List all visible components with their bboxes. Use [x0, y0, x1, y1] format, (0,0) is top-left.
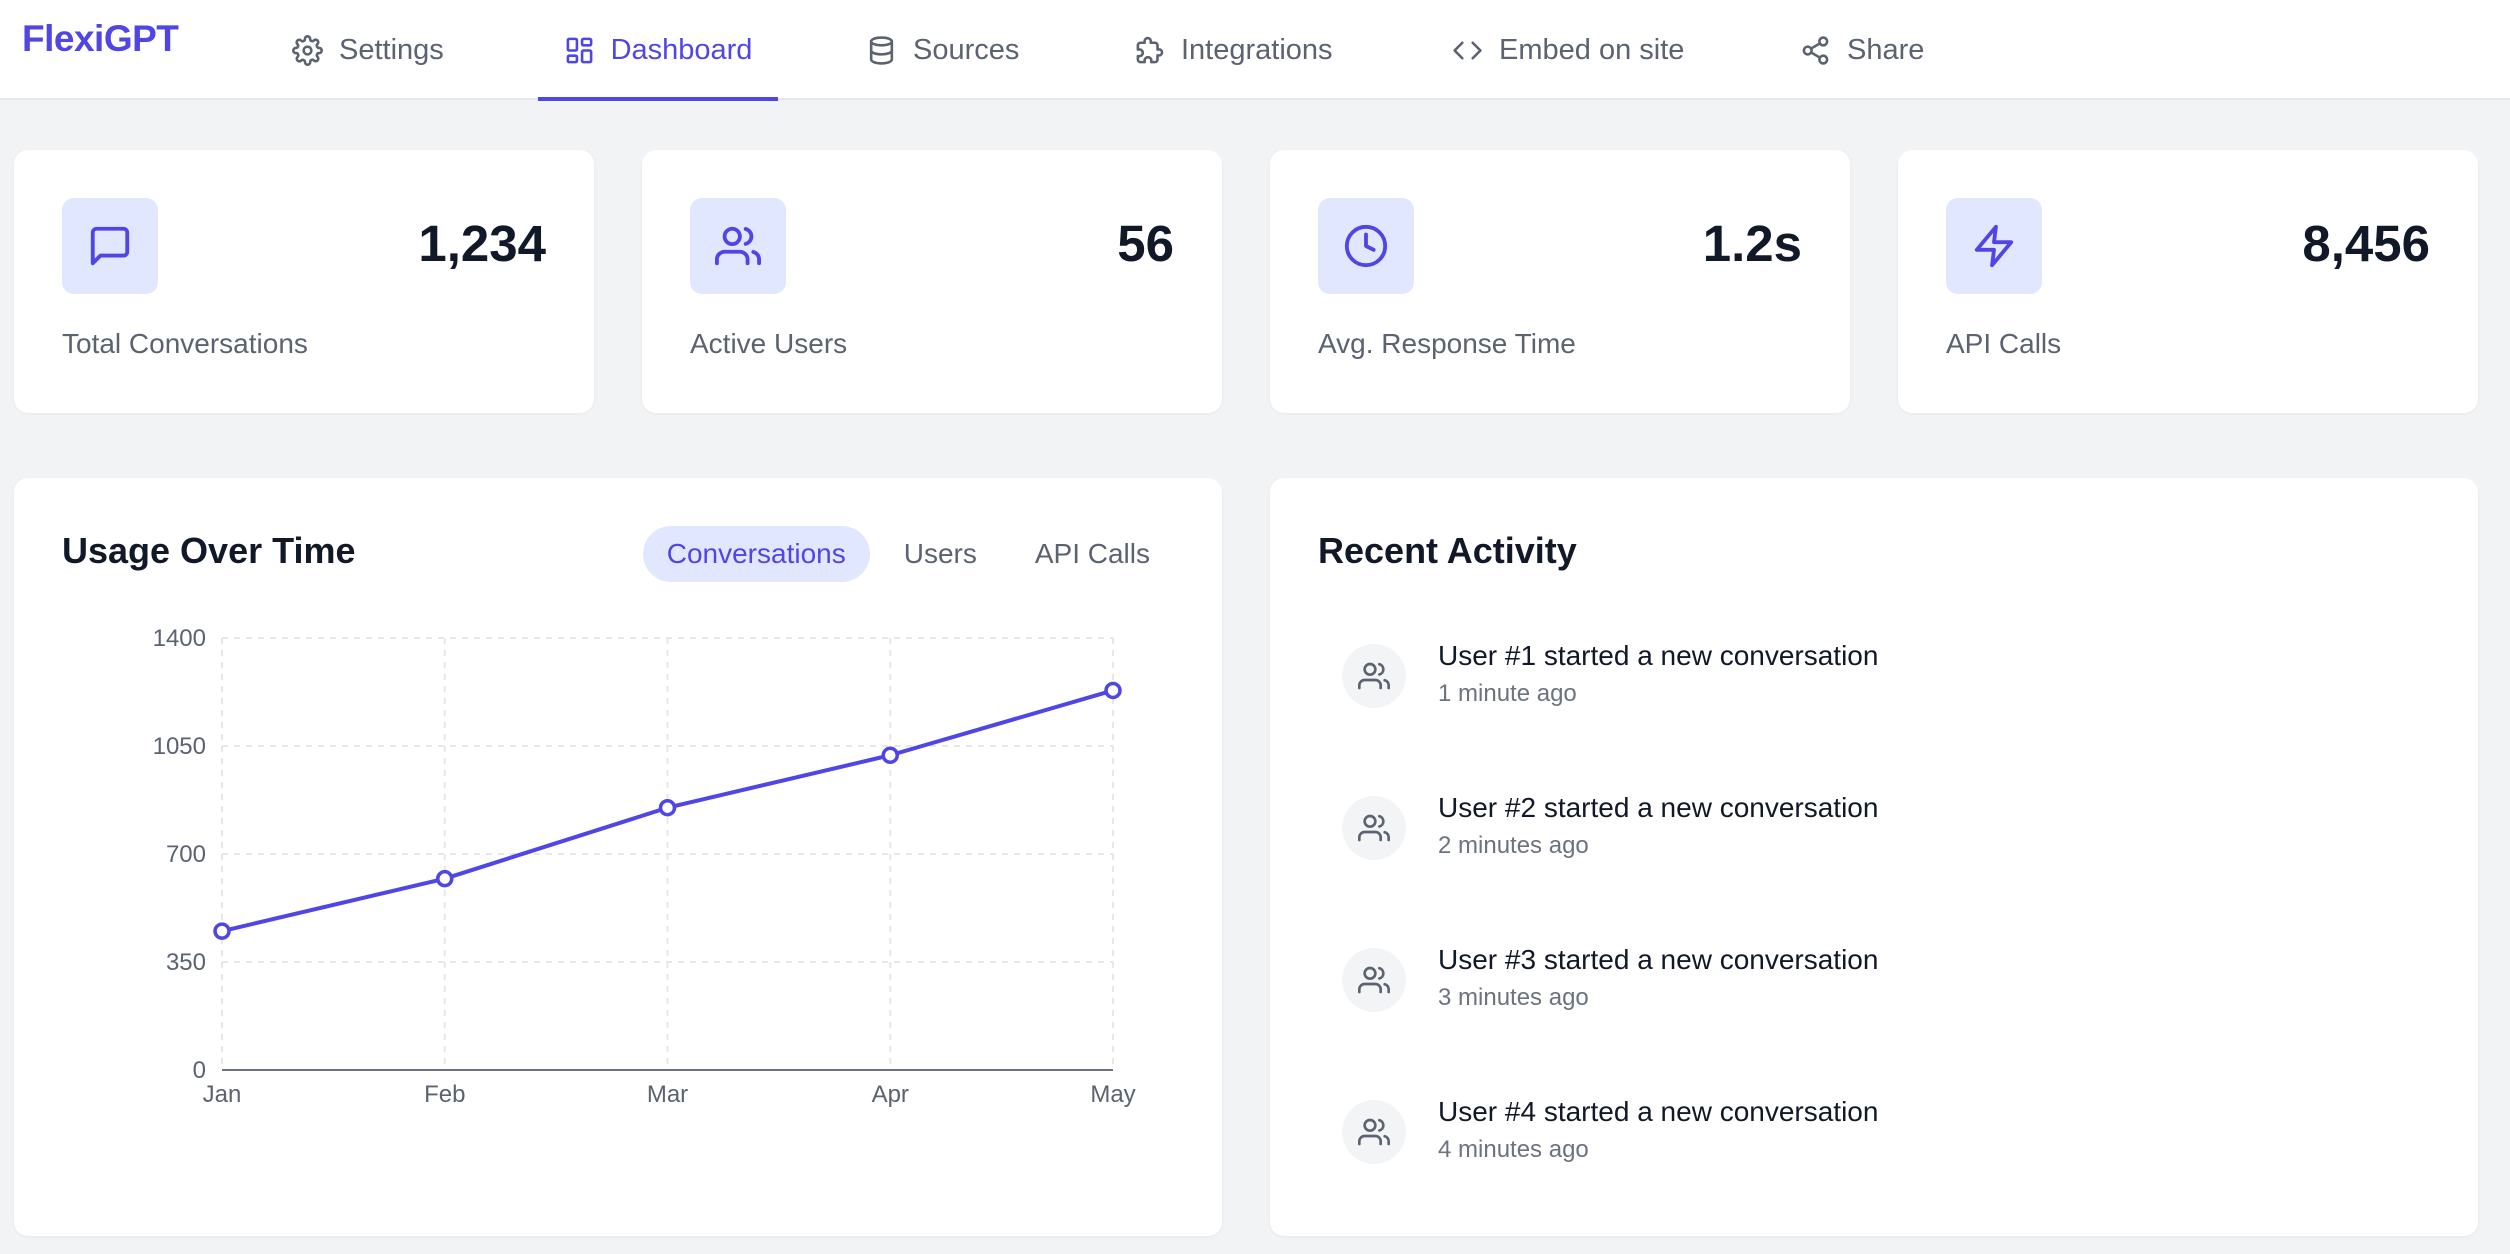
nav-label: Share	[1847, 33, 1925, 66]
stat-value: 1.2s	[1702, 215, 1802, 272]
nav-embed[interactable]: Embed on site	[1452, 0, 1684, 100]
nav-label: Dashboard	[610, 33, 753, 66]
nav-settings[interactable]: Settings	[292, 0, 444, 100]
recent-activity-card: Recent Activity User #1 started a new co…	[1270, 478, 2478, 1236]
users-icon	[715, 226, 761, 266]
top-navigation-bar: FlexiGPT Settings Dashboard Sources Inte…	[0, 0, 2510, 101]
data-point	[213, 922, 231, 940]
usage-chart-card: Usage Over Time Conversations Users API …	[14, 478, 1222, 1236]
x-tick-label: Feb	[424, 1081, 465, 1108]
nav-label: Sources	[913, 33, 1020, 66]
stat-label: API Calls	[1946, 328, 2062, 359]
data-point	[1104, 681, 1122, 700]
activity-text: User #1 started a new conversation	[1438, 640, 1879, 671]
activity-time: 2 minutes ago	[1438, 832, 1589, 859]
nav-sources[interactable]: Sources	[866, 0, 1019, 100]
message-square-icon	[90, 226, 130, 266]
share-icon	[1802, 35, 1829, 65]
avatar	[1342, 948, 1406, 1012]
nav-share[interactable]: Share	[1800, 0, 1924, 100]
database-icon	[869, 35, 894, 65]
activity-text: User #3 started a new conversation	[1438, 944, 1879, 975]
activity-time: 4 minutes ago	[1438, 1136, 1589, 1163]
y-tick-label: 1050	[153, 733, 206, 760]
nav-label: Integrations	[1181, 33, 1333, 66]
activity-title: Recent Activity	[1318, 530, 1577, 571]
activity-text: User #4 started a new conversation	[1438, 1096, 1879, 1127]
stat-label: Avg. Response Time	[1318, 328, 1576, 359]
x-tick-label: Apr	[872, 1081, 909, 1108]
dashboard-grid-icon	[566, 37, 592, 63]
stat-value: 8,456	[2302, 215, 2430, 272]
nav-label: Embed on site	[1499, 33, 1685, 66]
stat-card-api-calls: 8,456 API Calls	[1898, 150, 2478, 413]
x-tick-label: Jan	[203, 1081, 242, 1108]
nav-dashboard[interactable]: Dashboard	[538, 0, 778, 101]
stat-label: Active Users	[690, 328, 848, 359]
usage-line-chart: 0 350 700 1050 1400 Jan Feb Mar Apr May	[153, 625, 1136, 1108]
y-tick-label: 350	[166, 949, 206, 976]
stat-icon-box	[690, 198, 786, 294]
nav-label: Settings	[339, 33, 444, 66]
users-icon	[1358, 966, 1390, 994]
activity-time: 1 minute ago	[1438, 680, 1577, 707]
avatar	[1342, 644, 1406, 708]
y-tick-label: 0	[193, 1057, 206, 1084]
avatar	[1342, 1100, 1406, 1164]
activity-time: 3 minutes ago	[1438, 984, 1589, 1011]
nav-integrations[interactable]: Integrations	[1134, 0, 1333, 100]
data-point	[881, 746, 899, 765]
stat-card-active-users: 56 Active Users	[642, 150, 1222, 413]
code-icon	[1453, 40, 1482, 60]
stat-card-total-conversations: 1,234 Total Conversations	[14, 150, 594, 413]
data-point	[658, 798, 677, 817]
y-tick-label: 700	[166, 841, 206, 868]
data-point	[436, 869, 454, 888]
clock-icon	[1344, 224, 1388, 268]
users-icon	[1358, 1118, 1390, 1146]
puzzle-icon	[1136, 36, 1164, 63]
stat-icon-box	[62, 198, 158, 294]
users-icon	[1358, 814, 1390, 842]
stat-card-avg-response-time: 1.2s Avg. Response Time	[1270, 150, 1850, 413]
gear-icon	[292, 34, 323, 66]
stat-label: Total Conversations	[62, 328, 308, 359]
y-tick-label: 1400	[153, 625, 206, 652]
stat-icon-box	[1946, 198, 2042, 294]
zap-icon	[1974, 224, 2014, 268]
x-tick-label: Mar	[647, 1081, 688, 1108]
stat-icon-box	[1318, 198, 1414, 294]
stat-value: 56	[1117, 215, 1174, 272]
stat-value: 1,234	[418, 215, 546, 272]
brand-logo[interactable]: FlexiGPT	[22, 18, 179, 60]
users-icon	[1358, 662, 1390, 690]
x-tick-label: May	[1090, 1081, 1135, 1108]
activity-text: User #2 started a new conversation	[1438, 792, 1879, 823]
avatar	[1342, 796, 1406, 860]
